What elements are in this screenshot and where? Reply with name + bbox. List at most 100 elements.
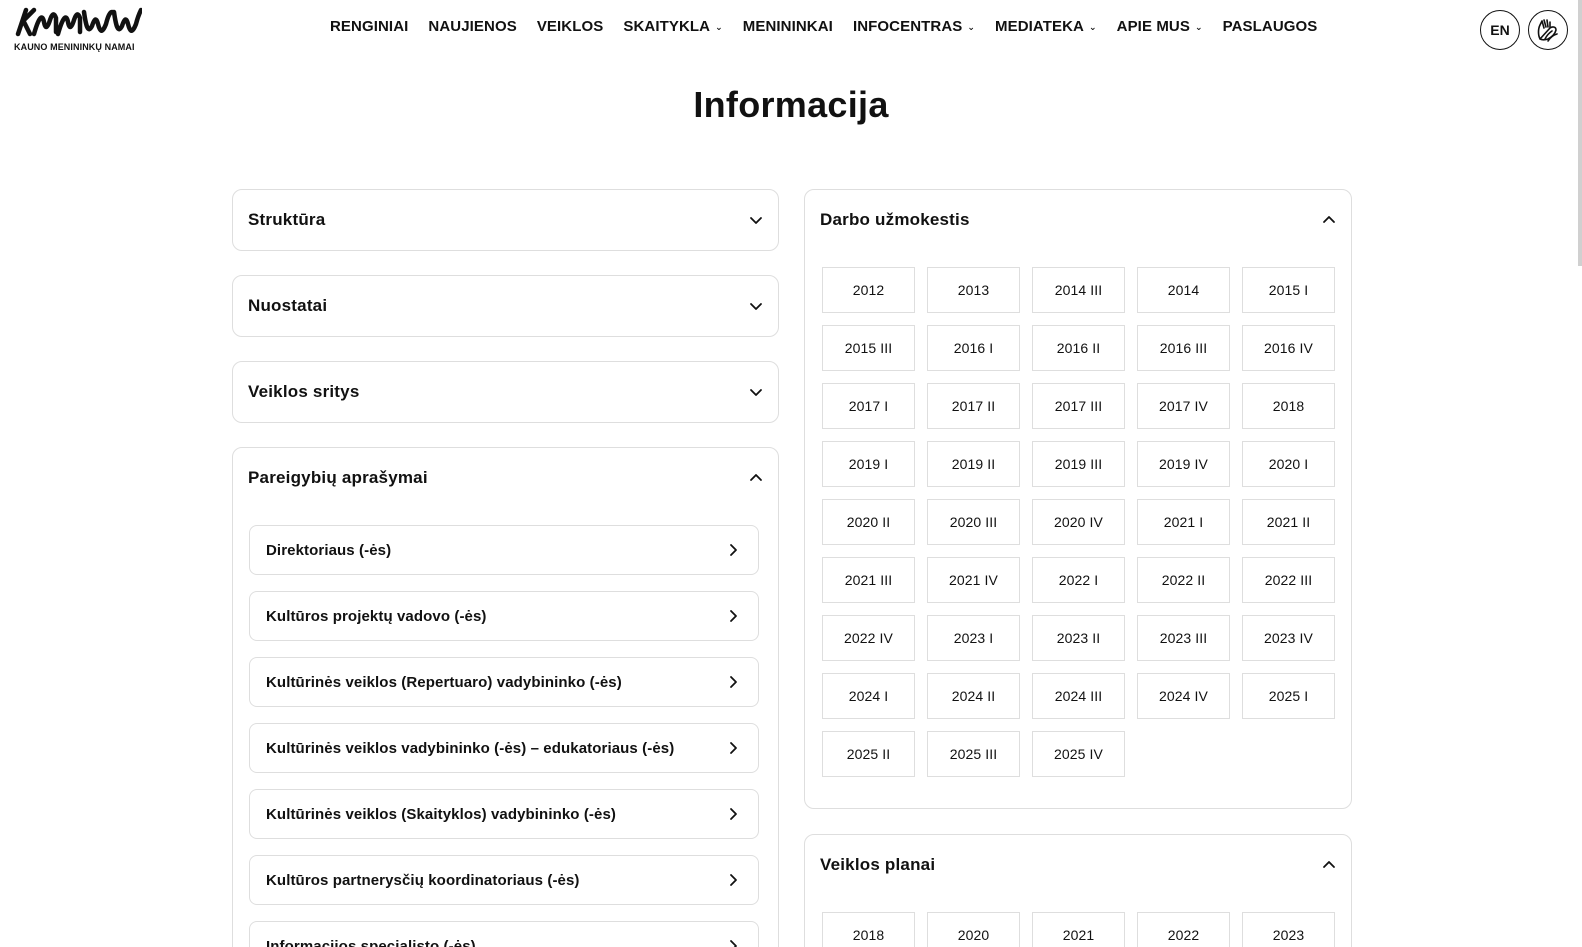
- salary-year-link[interactable]: 2017 II: [927, 383, 1020, 429]
- accordion-header[interactable]: Struktūra: [248, 210, 763, 230]
- salary-year-link[interactable]: 2023 I: [927, 615, 1020, 661]
- chevron-down-icon: ⌄: [715, 22, 723, 32]
- salary-year-link[interactable]: 2019 III: [1032, 441, 1125, 487]
- chevron-up-icon: [1323, 216, 1335, 223]
- site-logo[interactable]: KAUNO MENININKŲ NAMAI: [12, 4, 147, 52]
- plan-year-link[interactable]: 2018: [822, 912, 915, 947]
- nav-item-mediateka[interactable]: MEDIATEKA ⌄: [995, 18, 1097, 35]
- plan-year-link[interactable]: 2021: [1032, 912, 1125, 947]
- nav-item-apie-mus[interactable]: APIE MUS ⌄: [1117, 18, 1203, 35]
- salary-year-link[interactable]: 2016 IV: [1242, 325, 1335, 371]
- plan-year-link[interactable]: 2022: [1137, 912, 1230, 947]
- accordion-header[interactable]: Veiklos sritys: [248, 382, 763, 402]
- sign-language-button[interactable]: [1528, 10, 1568, 50]
- accordion-nuostatai: Nuostatai: [232, 275, 779, 337]
- position-item-direktoriaus[interactable]: Direktoriaus (-ės): [249, 525, 759, 575]
- salary-year-link[interactable]: 2024 I: [822, 673, 915, 719]
- salary-year-link[interactable]: 2014 III: [1032, 267, 1125, 313]
- chevron-down-icon: ⌄: [1088, 22, 1097, 32]
- salary-year-link[interactable]: 2021 I: [1137, 499, 1230, 545]
- logo-text: KAUNO MENININKŲ NAMAI: [14, 42, 135, 52]
- chevron-right-icon: [730, 874, 737, 886]
- salary-year-link[interactable]: 2019 IV: [1137, 441, 1230, 487]
- salary-year-link[interactable]: 2025 IV: [1032, 731, 1125, 777]
- chevron-right-icon: [730, 940, 737, 947]
- plan-year-link[interactable]: 2023: [1242, 912, 1335, 947]
- salary-year-link[interactable]: 2021 II: [1242, 499, 1335, 545]
- position-item-informacijos-specialisto[interactable]: Informacijos specialisto (-ės): [249, 921, 759, 947]
- accordion-title: Struktūra: [248, 210, 326, 229]
- nav-item-renginiai[interactable]: RENGINIAI: [330, 18, 408, 35]
- nav-item-skaitykla[interactable]: SKAITYKLA ⌄: [623, 18, 722, 35]
- salary-year-link[interactable]: 2016 I: [927, 325, 1020, 371]
- nav-label: PASLAUGOS: [1222, 18, 1318, 35]
- chevron-down-icon: [750, 389, 762, 396]
- salary-year-link[interactable]: 2017 III: [1032, 383, 1125, 429]
- salary-year-link[interactable]: 2021 IV: [927, 557, 1020, 603]
- salary-year-link[interactable]: 2025 I: [1242, 673, 1335, 719]
- chevron-right-icon: [730, 610, 737, 622]
- chevron-right-icon: [730, 544, 737, 556]
- chevron-up-icon: [1323, 861, 1335, 868]
- position-label: Kultūrinės veiklos (Skaityklos) vadybini…: [266, 805, 616, 823]
- salary-year-link[interactable]: 2015 III: [822, 325, 915, 371]
- salary-year-link[interactable]: 2022 IV: [822, 615, 915, 661]
- nav-label: VEIKLOS: [536, 18, 604, 35]
- salary-year-link[interactable]: 2018: [1242, 383, 1335, 429]
- position-label: Direktoriaus (-ės): [266, 541, 392, 559]
- chevron-up-icon: [750, 474, 762, 481]
- accordion-pareigybiu-aprasymai: Pareigybių aprašymai Direktoriaus (-ės) …: [232, 447, 779, 947]
- salary-year-link[interactable]: 2020 IV: [1032, 499, 1125, 545]
- plan-year-link[interactable]: 2020: [927, 912, 1020, 947]
- salary-year-link[interactable]: 2023 II: [1032, 615, 1125, 661]
- salary-year-link[interactable]: 2023 III: [1137, 615, 1230, 661]
- position-item-skaityklos-vadybininko[interactable]: Kultūrinės veiklos (Skaityklos) vadybini…: [249, 789, 759, 839]
- salary-year-link[interactable]: 2023 IV: [1242, 615, 1335, 661]
- salary-year-link[interactable]: 2019 II: [927, 441, 1020, 487]
- nav-item-veiklos[interactable]: VEIKLOS: [537, 18, 604, 35]
- nav-label: INFOCENTRAS: [852, 18, 963, 35]
- accordion-header[interactable]: Nuostatai: [248, 296, 763, 316]
- language-switch-button[interactable]: EN: [1480, 10, 1520, 50]
- salary-year-link[interactable]: 2016 II: [1032, 325, 1125, 371]
- salary-year-link[interactable]: 2022 III: [1242, 557, 1335, 603]
- salary-year-link[interactable]: 2020 III: [927, 499, 1020, 545]
- position-item-projektu-vadovo[interactable]: Kultūros projektų vadovo (-ės): [249, 591, 759, 641]
- salary-year-link[interactable]: 2022 I: [1032, 557, 1125, 603]
- salary-year-link[interactable]: 2024 III: [1032, 673, 1125, 719]
- salary-year-link[interactable]: 2025 III: [927, 731, 1020, 777]
- position-item-repertuaro-vadybininko[interactable]: Kultūrinės veiklos (Repertuaro) vadybini…: [249, 657, 759, 707]
- salary-year-link[interactable]: 2014: [1137, 267, 1230, 313]
- salary-year-link[interactable]: 2025 II: [822, 731, 915, 777]
- nav-item-menininkai[interactable]: MENININKAI: [743, 18, 833, 35]
- salary-year-link[interactable]: 2020 I: [1242, 441, 1335, 487]
- accordion-header[interactable]: Darbo užmokestis: [820, 210, 1336, 230]
- nav-label: MEDIATEKA: [995, 18, 1084, 35]
- salary-year-link[interactable]: 2017 I: [822, 383, 915, 429]
- accordion-header[interactable]: Veiklos planai: [820, 855, 1336, 875]
- salary-year-link[interactable]: 2015 I: [1242, 267, 1335, 313]
- salary-year-link[interactable]: 2022 II: [1137, 557, 1230, 603]
- salary-year-link[interactable]: 2024 IV: [1137, 673, 1230, 719]
- accordion-title: Nuostatai: [248, 296, 328, 315]
- position-label: Kultūros partnerysčių koordinatoriaus (-…: [266, 871, 580, 889]
- position-item-partnerysciu-koordinatoriaus[interactable]: Kultūros partnerysčių koordinatoriaus (-…: [249, 855, 759, 905]
- page-scrollbar[interactable]: [1578, 0, 1582, 266]
- accordion-struktura: Struktūra: [232, 189, 779, 251]
- salary-year-link[interactable]: 2020 II: [822, 499, 915, 545]
- salary-year-link[interactable]: 2013: [927, 267, 1020, 313]
- position-item-edukatoriaus[interactable]: Kultūrinės veiklos vadybininko (-ės) – e…: [249, 723, 759, 773]
- nav-item-naujienos[interactable]: NAUJIENOS: [428, 18, 516, 35]
- salary-year-link[interactable]: 2017 IV: [1137, 383, 1230, 429]
- accordion-header[interactable]: Pareigybių aprašymai: [248, 468, 763, 488]
- salary-year-link[interactable]: 2012: [822, 267, 915, 313]
- nav-item-infocentras[interactable]: INFOCENTRAS ⌄: [853, 18, 975, 35]
- salary-year-link[interactable]: 2019 I: [822, 441, 915, 487]
- salary-year-link[interactable]: 2016 III: [1137, 325, 1230, 371]
- page-title: Informacija: [693, 84, 889, 125]
- salary-year-link[interactable]: 2024 II: [927, 673, 1020, 719]
- chevron-down-icon: [750, 217, 762, 224]
- salary-year-link[interactable]: 2021 III: [822, 557, 915, 603]
- nav-item-paslaugos[interactable]: PASLAUGOS: [1223, 18, 1318, 35]
- nav-label: MENININKAI: [742, 18, 833, 35]
